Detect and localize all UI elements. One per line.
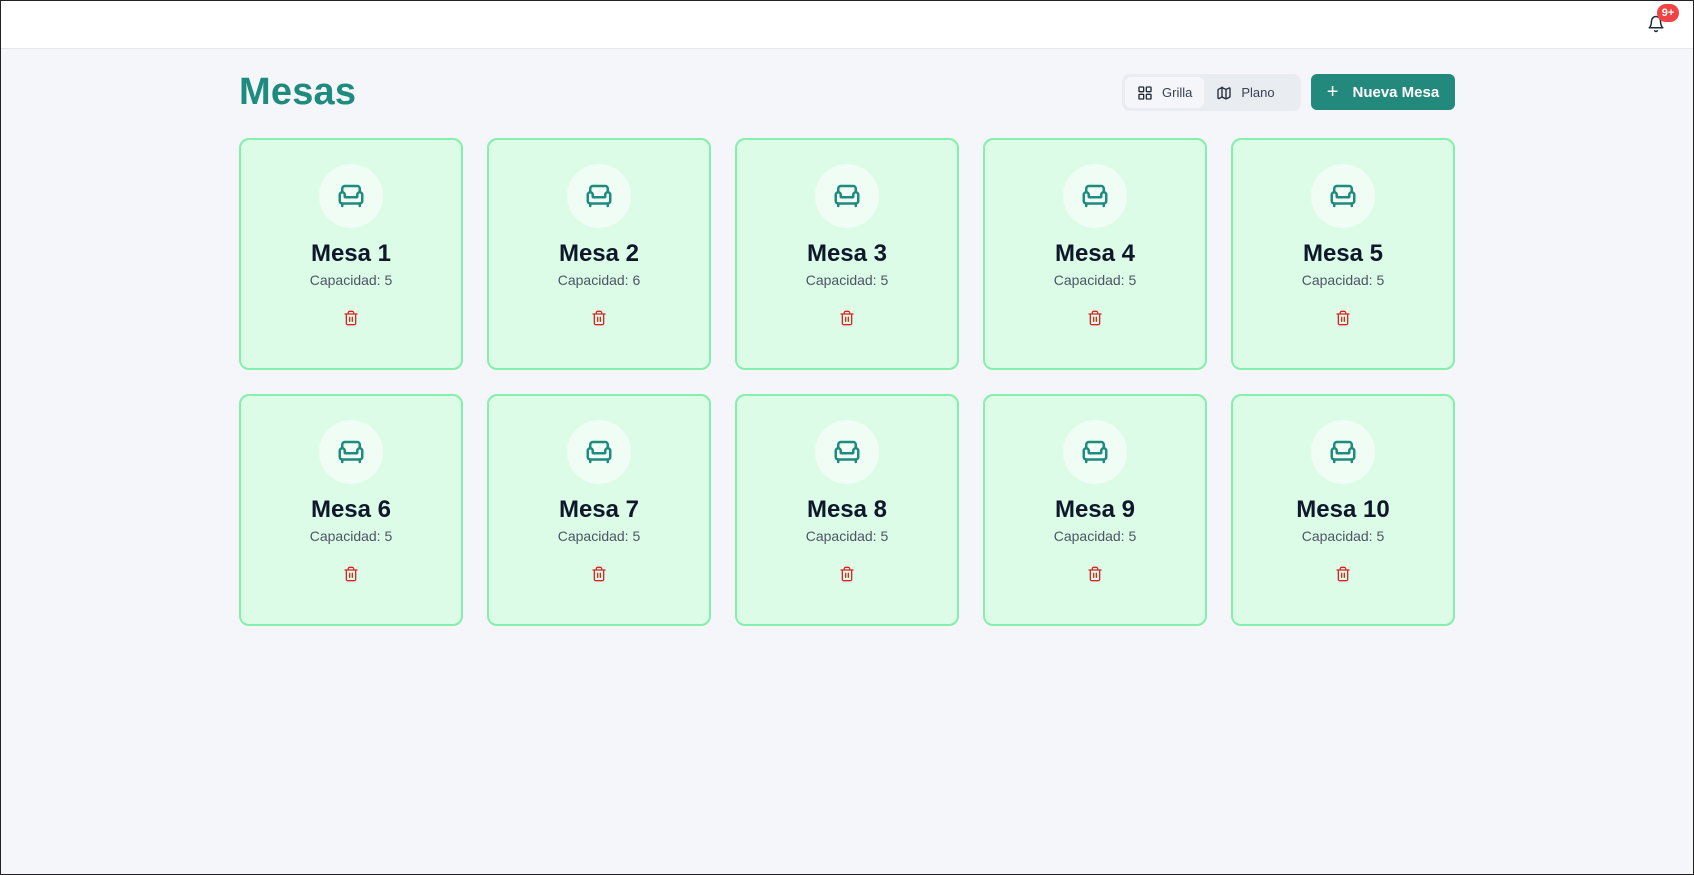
delete-table-button[interactable]: [339, 562, 363, 586]
trash-icon: [344, 310, 358, 326]
armchair-icon: [1330, 184, 1356, 208]
table-card-1[interactable]: Mesa 1 Capacidad: 5: [239, 138, 463, 370]
table-capacity: Capacidad: 5: [1301, 272, 1385, 288]
new-table-label: Nueva Mesa: [1352, 83, 1440, 101]
chair-icon-circle: [1063, 164, 1127, 228]
table-capacity: Capacidad: 5: [1053, 528, 1137, 544]
delete-table-button[interactable]: [587, 562, 611, 586]
chair-icon-circle: [815, 420, 879, 484]
chair-icon-circle: [567, 420, 631, 484]
table-name: Mesa 5: [1302, 240, 1384, 267]
table-name: Mesa 3: [806, 240, 888, 267]
plus-icon: +: [1326, 81, 1339, 103]
chair-icon-circle: [1063, 420, 1127, 484]
armchair-icon: [586, 440, 612, 464]
table-name: Mesa 7: [558, 496, 640, 523]
page-title: Mesas: [239, 71, 357, 113]
table-name: Mesa 9: [1054, 496, 1136, 523]
delete-table-button[interactable]: [1331, 306, 1355, 330]
armchair-icon: [1082, 440, 1108, 464]
trash-icon: [840, 310, 854, 326]
trash-icon: [1088, 310, 1102, 326]
table-name: Mesa 1: [310, 240, 392, 267]
new-table-button[interactable]: + Nueva Mesa: [1311, 74, 1455, 110]
map-icon: [1217, 85, 1232, 100]
table-card-10[interactable]: Mesa 10 Capacidad: 5: [1231, 394, 1455, 626]
view-plan-button[interactable]: Plano: [1204, 77, 1286, 108]
table-capacity: Capacidad: 5: [805, 528, 889, 544]
table-card-4[interactable]: Mesa 4 Capacidad: 5: [983, 138, 1207, 370]
view-toggle: Grilla Plano: [1122, 74, 1301, 111]
delete-table-button[interactable]: [1083, 306, 1107, 330]
table-name: Mesa 8: [806, 496, 888, 523]
armchair-icon: [834, 440, 860, 464]
delete-table-button[interactable]: [835, 562, 859, 586]
trash-icon: [344, 566, 358, 582]
trash-icon: [592, 310, 606, 326]
chair-icon-circle: [1311, 420, 1375, 484]
chair-icon-circle: [815, 164, 879, 228]
table-card-7[interactable]: Mesa 7 Capacidad: 5: [487, 394, 711, 626]
table-capacity: Capacidad: 5: [1053, 272, 1137, 288]
armchair-icon: [834, 184, 860, 208]
table-capacity: Capacidad: 5: [309, 528, 393, 544]
trash-icon: [1088, 566, 1102, 582]
notifications-badge: 9+: [1657, 4, 1679, 22]
armchair-icon: [586, 184, 612, 208]
table-card-6[interactable]: Mesa 6 Capacidad: 5: [239, 394, 463, 626]
table-card-9[interactable]: Mesa 9 Capacidad: 5: [983, 394, 1207, 626]
chair-icon-circle: [319, 164, 383, 228]
delete-table-button[interactable]: [1331, 562, 1355, 586]
view-plan-label: Plano: [1241, 85, 1275, 100]
table-capacity: Capacidad: 5: [1301, 528, 1385, 544]
table-card-2[interactable]: Mesa 2 Capacidad: 6: [487, 138, 711, 370]
chair-icon-circle: [319, 420, 383, 484]
table-name: Mesa 2: [558, 240, 640, 267]
armchair-icon: [1330, 440, 1356, 464]
delete-table-button[interactable]: [835, 306, 859, 330]
table-name: Mesa 4: [1054, 240, 1136, 267]
view-grid-label: Grilla: [1162, 85, 1193, 100]
trash-icon: [1336, 566, 1350, 582]
table-capacity: Capacidad: 5: [805, 272, 889, 288]
table-card-8[interactable]: Mesa 8 Capacidad: 5: [735, 394, 959, 626]
table-capacity: Capacidad: 6: [557, 272, 641, 288]
table-card-3[interactable]: Mesa 3 Capacidad: 5: [735, 138, 959, 370]
delete-table-button[interactable]: [1083, 562, 1107, 586]
delete-table-button[interactable]: [339, 306, 363, 330]
table-card-5[interactable]: Mesa 5 Capacidad: 5: [1231, 138, 1455, 370]
notifications-button[interactable]: 9+: [1647, 4, 1679, 35]
trash-icon: [592, 566, 606, 582]
table-name: Mesa 10: [1296, 496, 1390, 523]
trash-icon: [1336, 310, 1350, 326]
tables-grid: Mesa 1 Capacidad: 5 Mesa 2 Capacidad: 6: [239, 138, 1455, 626]
armchair-icon: [1082, 184, 1108, 208]
chair-icon-circle: [1311, 164, 1375, 228]
grid-icon: [1138, 85, 1152, 100]
trash-icon: [840, 566, 854, 582]
view-grid-button[interactable]: Grilla: [1125, 77, 1205, 108]
armchair-icon: [338, 184, 364, 208]
delete-table-button[interactable]: [587, 306, 611, 330]
chair-icon-circle: [567, 164, 631, 228]
table-capacity: Capacidad: 5: [309, 272, 393, 288]
armchair-icon: [338, 440, 364, 464]
top-bar: 9+: [1, 1, 1693, 49]
table-capacity: Capacidad: 5: [557, 528, 641, 544]
table-name: Mesa 6: [310, 496, 392, 523]
